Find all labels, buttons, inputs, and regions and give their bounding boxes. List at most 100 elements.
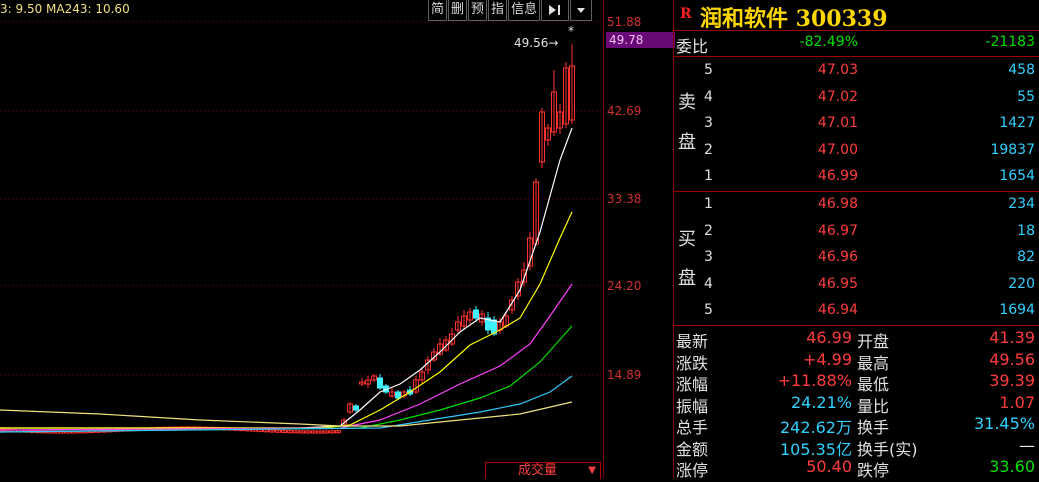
divider: [674, 325, 1039, 326]
stat-value: 39.39: [989, 371, 1035, 390]
buy-row[interactable]: 3 46.96 82: [674, 247, 1039, 269]
skip-right-icon[interactable]: [541, 0, 570, 21]
chevron-down-icon: ▼: [588, 465, 596, 476]
kline-svg: [0, 21, 603, 434]
stat-row: 最新 46.99 开盘 41.39: [674, 327, 1039, 351]
divider: [674, 30, 1039, 31]
stat-value: 41.39: [989, 328, 1035, 347]
info-button[interactable]: 信息: [508, 0, 541, 21]
sell-level: 3: [704, 115, 713, 131]
high-star-marker: *: [568, 24, 574, 38]
sell-row[interactable]: 5 47.03 458: [674, 60, 1039, 82]
price-level-2: 42.69: [607, 104, 642, 118]
sell-row[interactable]: 3 47.01 1427: [674, 113, 1039, 135]
buy-level: 1: [704, 196, 713, 212]
quote-panel: R 润和软件 300339 委比 -82.49% -21183 卖 盘 5 47.…: [673, 0, 1039, 480]
sell-price: 47.02: [817, 88, 858, 105]
price-level-3: 33.38: [607, 192, 642, 206]
sell-price: 46.99: [817, 168, 858, 184]
stat-label: 涨停: [676, 461, 709, 480]
buy-volume: 220: [1008, 275, 1035, 292]
price-level-5: 14.89: [607, 368, 642, 382]
high-price-marker: 49.56→: [514, 36, 558, 50]
stat-value: +11.88%: [777, 371, 852, 390]
sell-level: 1: [704, 168, 713, 184]
stat-value: 33.60: [989, 457, 1035, 476]
volume-tab-label: 成交量: [518, 463, 558, 478]
delete-button[interactable]: 删: [448, 0, 468, 21]
stat-value: +4.99: [802, 349, 852, 369]
buy-price: 46.97: [817, 222, 858, 239]
chart-toolbar: 简 删 预 指 信息: [428, 0, 593, 22]
candle-body: [395, 391, 401, 399]
buy-volume: 234: [1008, 196, 1035, 212]
stat-value: 50.40: [806, 457, 852, 476]
ma243-line: [0, 401, 573, 427]
stock-title: R 润和软件 300339: [674, 0, 1039, 32]
stock-name: 润和软件 300339: [700, 6, 888, 32]
sell-row[interactable]: 1 46.99 1654: [674, 166, 1039, 188]
stat-value: 49.56: [989, 349, 1035, 369]
ma5-line: [0, 127, 573, 429]
stat-row: 总手 242.62万 换手 31.45%: [674, 413, 1039, 437]
candle-body: [377, 377, 383, 389]
high-price-value: 49.56: [514, 36, 549, 50]
stat-value: 1.07: [999, 392, 1035, 412]
ma60-line: [0, 325, 573, 433]
divider: [674, 191, 1039, 192]
ma-legend-text: 3: 9.50 MA243: 10.60: [0, 2, 130, 16]
stat-row: 涨跌 +4.99 最高 49.56: [674, 349, 1039, 373]
buy-level: 4: [704, 275, 713, 292]
weibi-ratio: -82.49%: [799, 34, 858, 50]
volume-tab[interactable]: 成交量 ▼: [485, 462, 601, 479]
stat-value: 24.21%: [790, 392, 852, 412]
buy-row[interactable]: 2 46.97 18: [674, 221, 1039, 243]
sell-level: 2: [704, 141, 713, 158]
indicator-button[interactable]: 指: [488, 0, 508, 21]
forecast-button[interactable]: 预: [468, 0, 488, 21]
ma-legend: 3: 9.50 MA243: 10.60: [0, 2, 130, 16]
sell-volume: 55: [1017, 88, 1035, 105]
buy-volume: 1694: [999, 302, 1035, 318]
sell-row[interactable]: 4 47.02 55: [674, 87, 1039, 109]
sell-level: 4: [704, 88, 713, 105]
buy-price: 46.98: [817, 196, 858, 212]
current-price-tag: 49.78: [606, 32, 675, 48]
weibi-diff: -21183: [985, 34, 1035, 50]
dropdown-icon[interactable]: [570, 0, 593, 21]
weibi-label: 委比: [676, 37, 709, 56]
buy-price: 46.95: [817, 275, 858, 292]
stat-value: —: [1019, 435, 1035, 455]
sell-price: 47.03: [817, 62, 858, 78]
price-axis: 51.88 49.78 42.69 33.38 24.20 14.89: [603, 0, 675, 478]
arrow-right-icon: →: [548, 36, 559, 50]
stat-row: 涨幅 +11.88% 最低 39.39: [674, 370, 1039, 394]
buy-row[interactable]: 1 46.98 234: [674, 194, 1039, 216]
sell-volume: 458: [1008, 62, 1035, 78]
buy-price: 46.96: [817, 249, 858, 265]
buy-level: 5: [704, 302, 713, 318]
stat-label: 跌停: [857, 461, 890, 480]
sell-row[interactable]: 2 47.00 19837: [674, 140, 1039, 162]
stat-value: 46.99: [806, 328, 852, 347]
buy-volume: 82: [1017, 249, 1035, 265]
divider: [674, 56, 1039, 57]
buy-row[interactable]: 5 46.94 1694: [674, 300, 1039, 322]
candle-body: [353, 405, 359, 411]
sell-level: 5: [704, 62, 713, 78]
stat-value: 31.45%: [973, 414, 1035, 433]
price-level-1: 51.88: [607, 15, 642, 29]
weibi-row: 委比 -82.49% -21183: [674, 32, 1039, 56]
buy-level: 2: [704, 222, 713, 239]
sell-price: 47.01: [817, 115, 858, 131]
candle-body: [473, 309, 479, 319]
stock-badge: R: [680, 6, 692, 22]
sell-volume: 1427: [999, 115, 1035, 131]
sell-volume: 1654: [999, 168, 1035, 184]
buy-price: 46.94: [817, 302, 858, 318]
kline-chart[interactable]: 3: 9.50 MA243: 10.60 49.56→ * 成交量 ▼: [0, 0, 603, 479]
buy-row[interactable]: 4 46.95 220: [674, 274, 1039, 296]
simplify-button[interactable]: 简: [428, 0, 448, 21]
sell-price: 47.00: [817, 141, 858, 158]
sell-volume: 19837: [990, 141, 1035, 158]
